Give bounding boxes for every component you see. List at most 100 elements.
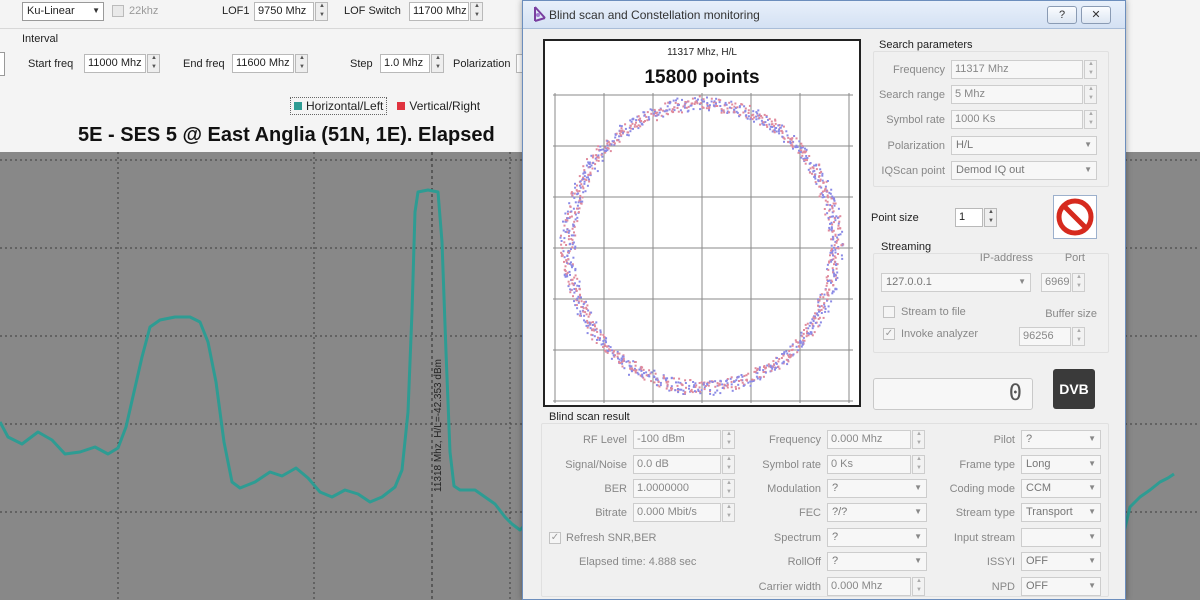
rolloff-select[interactable]: ? ▼ [827, 552, 927, 571]
lof-switch-input[interactable]: 11700 Mhz [409, 2, 469, 21]
constellation-point [830, 281, 832, 284]
coding-mode-select[interactable]: CCM ▼ [1021, 479, 1101, 498]
ip-address-select[interactable]: 127.0.0.1 ▼ [881, 273, 1031, 292]
point-size-input[interactable]: 1 [955, 208, 983, 227]
search-range-stepper[interactable] [1084, 85, 1097, 104]
modulation-value: ? [832, 482, 839, 494]
signal-noise-input[interactable]: 0.0 dB [633, 455, 721, 474]
tone-checkbox[interactable] [112, 5, 124, 17]
constellation-point [563, 273, 566, 276]
stream-to-file-checkbox[interactable] [883, 306, 895, 318]
result-symbol-rate-stepper[interactable] [912, 455, 925, 474]
rf-level-input[interactable]: -100 dBm [633, 430, 721, 449]
constellation-point [591, 167, 594, 170]
rf-level-stepper[interactable] [722, 430, 735, 449]
constellation-point [665, 387, 668, 390]
start-freq-input[interactable]: 11000 Mhz [84, 54, 146, 73]
search-pol-select[interactable]: H/L ▼ [951, 136, 1097, 155]
constellation-point [571, 266, 573, 269]
constellation-point [764, 371, 767, 374]
help-button[interactable]: ? [1047, 6, 1077, 24]
constellation-point [754, 367, 757, 370]
bitrate-input[interactable]: 0.000 Mbit/s [633, 503, 721, 522]
constellation-point [714, 385, 717, 388]
signal-noise-stepper[interactable] [722, 455, 735, 474]
search-iq-select[interactable]: Demod IQ out ▼ [951, 161, 1097, 180]
search-symbol-input[interactable]: 1000 Ks [951, 110, 1083, 129]
search-symbol-stepper[interactable] [1084, 110, 1097, 129]
constellation-point [802, 339, 805, 342]
constellation-point [814, 181, 817, 184]
input-stream-select[interactable]: ▼ [1021, 528, 1101, 547]
buffer-size-input[interactable]: 96256 [1019, 327, 1071, 346]
carrier-width-input[interactable]: 0.000 Mhz [827, 577, 911, 596]
constellation-point [586, 319, 589, 322]
ber-stepper[interactable] [722, 479, 735, 498]
close-button[interactable]: ✕ [1081, 6, 1111, 24]
port-stepper[interactable] [1072, 273, 1085, 292]
step-stepper[interactable] [431, 54, 444, 73]
carrier-width-stepper[interactable] [912, 577, 925, 596]
lof1-stepper[interactable] [315, 2, 328, 21]
constellation-point [576, 190, 579, 193]
bitrate-stepper[interactable] [722, 503, 735, 522]
end-freq-input[interactable]: 11600 Mhz [232, 54, 294, 73]
constellation-point [760, 119, 763, 122]
frame-type-select[interactable]: Long ▼ [1021, 455, 1101, 474]
constellation-point [757, 109, 760, 112]
constellation-point [782, 125, 785, 128]
lof-switch-stepper[interactable] [470, 2, 483, 21]
port-input[interactable]: 6969 [1041, 273, 1071, 292]
constellation-point [841, 257, 844, 260]
constellation-point [827, 229, 830, 232]
search-range-input[interactable]: 5 Mhz [951, 85, 1083, 104]
constellation-point [666, 105, 669, 108]
constellation-point [624, 127, 627, 130]
pilot-select[interactable]: ? ▼ [1021, 430, 1101, 449]
search-frequency-stepper[interactable] [1084, 60, 1097, 79]
constellation-point [613, 142, 616, 145]
lnb-type-select[interactable]: Ku-Linear ▼ [22, 2, 104, 21]
result-frequency-input[interactable]: 0.000 Mhz [827, 430, 911, 449]
constellation-point [578, 285, 581, 287]
lof1-input[interactable]: 9750 Mhz [254, 2, 314, 21]
ber-input[interactable]: 1.0000000 [633, 479, 721, 498]
constellation-point [687, 109, 690, 112]
start-freq-stepper[interactable] [147, 54, 160, 73]
constellation-point [684, 106, 686, 109]
dialog-titlebar[interactable]: Blind scan and Constellation monitoring … [523, 1, 1125, 29]
constellation-point [837, 227, 840, 230]
prev-control-edge[interactable] [0, 52, 5, 76]
constellation-point [719, 105, 722, 107]
npd-select[interactable]: OFF ▼ [1021, 577, 1101, 596]
buffer-size-stepper[interactable] [1072, 327, 1085, 346]
result-frequency-stepper[interactable] [912, 430, 925, 449]
stream-type-select[interactable]: Transport ▼ [1021, 503, 1101, 522]
legend-item-vertical[interactable]: Vertical/Right [397, 99, 480, 113]
end-freq-stepper[interactable] [295, 54, 308, 73]
stop-button[interactable] [1053, 195, 1097, 239]
constellation-point [600, 153, 603, 156]
constellation-point [743, 374, 746, 377]
constellation-point [586, 184, 589, 187]
constellation-point [833, 199, 836, 202]
constellation-point [641, 123, 644, 126]
point-size-stepper[interactable] [984, 208, 997, 227]
constellation-point [637, 115, 640, 118]
step-input[interactable]: 1.0 Mhz [380, 54, 430, 73]
invoke-analyzer-checkbox[interactable]: ✓ [883, 328, 895, 340]
legend-item-horizontal[interactable]: Horizontal/Left [290, 97, 388, 115]
chevron-down-icon: ▼ [1018, 277, 1026, 286]
constellation-point [588, 313, 591, 316]
constellation-point [703, 388, 706, 391]
modulation-select[interactable]: ? ▼ [827, 479, 927, 498]
constellation-point [597, 336, 599, 339]
issyi-select[interactable]: OFF ▼ [1021, 552, 1101, 571]
constellation-point [592, 154, 595, 157]
search-frequency-input[interactable]: 11317 Mhz [951, 60, 1083, 79]
constellation-point [589, 171, 592, 174]
fec-select[interactable]: ?/? ▼ [827, 503, 927, 522]
result-symbol-rate-input[interactable]: 0 Ks [827, 455, 911, 474]
refresh-snr-checkbox[interactable]: ✓ [549, 532, 561, 544]
spectrum-select[interactable]: ? ▼ [827, 528, 927, 547]
